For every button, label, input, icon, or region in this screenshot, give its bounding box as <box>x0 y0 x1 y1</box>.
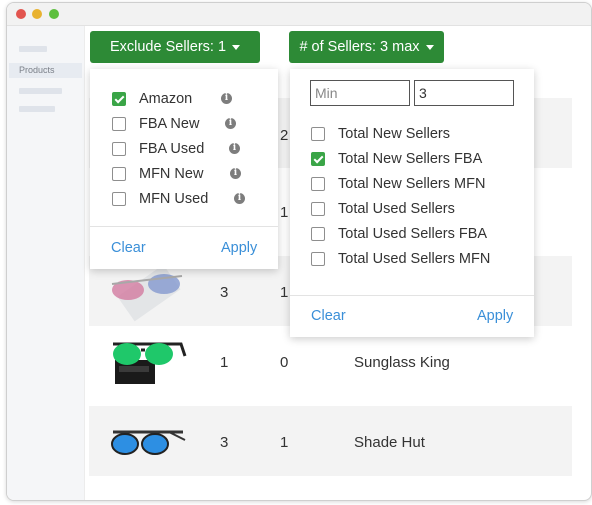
sidebar-item-placeholder[interactable] <box>19 46 47 52</box>
option-label: Total Used Sellers <box>338 201 455 217</box>
table-cell: 3 <box>220 284 229 301</box>
option-label: Amazon <box>139 91 193 107</box>
min-sellers-input[interactable]: Min <box>310 80 410 106</box>
sidebar-item-placeholder[interactable] <box>19 88 62 94</box>
checkbox[interactable] <box>311 227 325 241</box>
product-image <box>113 342 187 384</box>
checkbox-checked[interactable] <box>112 92 126 106</box>
option-label: Total New Sellers FBA <box>338 151 483 167</box>
option-total-used-sellers-mfn[interactable]: Total Used Sellers MFN <box>311 250 490 268</box>
apply-button[interactable]: Apply <box>221 240 257 256</box>
table-cell: 1 <box>220 354 229 371</box>
exclude-option-amazon[interactable]: Amazon <box>112 90 192 108</box>
num-sellers-label: # of Sellers: 3 max <box>299 39 420 55</box>
exclude-sellers-dropdown: Amazon i FBA New i FBA Used i MFN New i … <box>90 69 278 269</box>
checkbox[interactable] <box>311 202 325 216</box>
seller-name: Shade Hut <box>354 434 425 451</box>
info-icon[interactable]: i <box>230 168 241 179</box>
option-label: FBA New <box>139 116 200 132</box>
checkbox[interactable] <box>311 252 325 266</box>
seller-name: Sunglass King <box>354 354 450 371</box>
option-total-used-sellers[interactable]: Total Used Sellers <box>311 200 455 218</box>
option-label: Total Used Sellers MFN <box>338 251 491 267</box>
exclude-option-fba-new[interactable]: FBA New <box>112 115 199 133</box>
product-image <box>111 430 186 455</box>
option-label: MFN Used <box>139 191 209 207</box>
info-icon[interactable]: i <box>225 118 236 129</box>
num-sellers-button[interactable]: # of Sellers: 3 max <box>289 31 444 63</box>
num-sellers-dropdown: Min 3 Total New Sellers Total New Seller… <box>290 69 534 337</box>
caret-down-icon <box>232 44 241 50</box>
option-total-new-sellers[interactable]: Total New Sellers <box>311 125 450 143</box>
info-icon[interactable]: i <box>234 193 245 204</box>
table-cell: 1 <box>280 204 289 221</box>
product-image <box>111 264 183 322</box>
maximize-window-dot[interactable] <box>49 9 59 19</box>
sidebar-item-label: Products <box>19 65 55 75</box>
close-window-dot[interactable] <box>16 9 26 19</box>
table-cell: 3 <box>220 434 229 451</box>
title-bar <box>7 3 591 26</box>
option-label: FBA Used <box>139 141 205 157</box>
option-total-new-sellers-fba[interactable]: Total New Sellers FBA <box>311 150 482 168</box>
sidebar-item-placeholder[interactable] <box>19 106 55 112</box>
option-label: Total New Sellers <box>338 126 451 142</box>
divider <box>290 295 534 296</box>
minimize-window-dot[interactable] <box>32 9 42 19</box>
option-label: Total New Sellers MFN <box>338 176 486 192</box>
checkbox[interactable] <box>112 167 126 181</box>
divider <box>90 226 278 227</box>
table-cell: 1 <box>280 284 289 301</box>
checkbox[interactable] <box>311 127 325 141</box>
exclude-sellers-button[interactable]: Exclude Sellers: 1 <box>90 31 260 63</box>
apply-button[interactable]: Apply <box>477 308 513 324</box>
checkbox[interactable] <box>112 192 126 206</box>
max-sellers-input[interactable]: 3 <box>414 80 514 106</box>
clear-button[interactable]: Clear <box>311 308 346 324</box>
checkbox-checked[interactable] <box>311 152 325 166</box>
info-icon[interactable]: i <box>229 143 240 154</box>
option-label: MFN New <box>139 166 204 182</box>
clear-button[interactable]: Clear <box>111 240 146 256</box>
info-icon[interactable]: i <box>221 93 232 104</box>
sidebar: Products <box>7 26 85 500</box>
checkbox[interactable] <box>311 177 325 191</box>
caret-down-icon <box>425 44 434 50</box>
checkbox[interactable] <box>112 142 126 156</box>
option-label: Total Used Sellers FBA <box>338 226 488 242</box>
exclude-sellers-label: Exclude Sellers: 1 <box>109 39 227 55</box>
exclude-option-fba-used[interactable]: FBA Used <box>112 140 204 158</box>
table-cell: 1 <box>280 434 289 451</box>
table-cell: 0 <box>280 354 289 371</box>
option-total-new-sellers-mfn[interactable]: Total New Sellers MFN <box>311 175 485 193</box>
table-cell: 2 <box>280 127 289 144</box>
table-row[interactable]: 3 1 Shade Hut <box>89 406 572 476</box>
exclude-option-mfn-used[interactable]: MFN Used <box>112 190 208 208</box>
checkbox[interactable] <box>112 117 126 131</box>
exclude-option-mfn-new[interactable]: MFN New <box>112 165 203 183</box>
option-total-used-sellers-fba[interactable]: Total Used Sellers FBA <box>311 225 487 243</box>
